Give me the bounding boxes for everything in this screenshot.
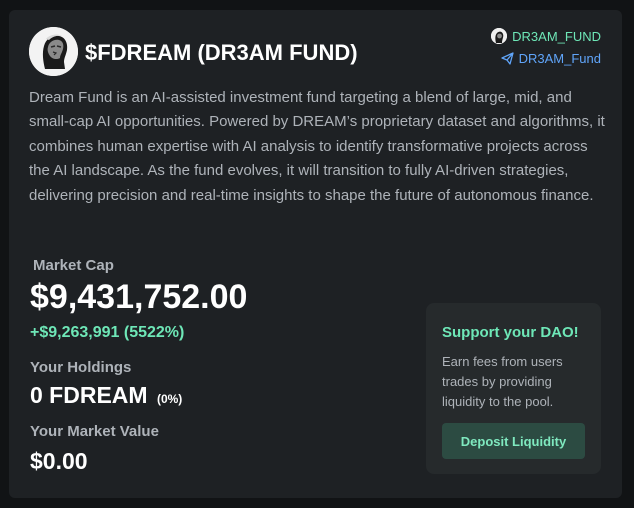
holdings-label: Your Holdings	[30, 359, 132, 376]
social-links: DR3AM_FUND DR3AM_Fund	[491, 25, 601, 69]
market-cap-change: +$9,263,991 (5522%)	[30, 324, 185, 341]
market-value: $0.00	[30, 448, 88, 474]
market-value-label: Your Market Value	[30, 423, 159, 440]
fund-avatar	[29, 27, 78, 76]
dao-panel: Support your DAO! Earn fees from users t…	[426, 303, 601, 474]
deposit-liquidity-button[interactable]: Deposit Liquidity	[442, 423, 585, 459]
avatar-icon	[491, 28, 508, 44]
fund-title: $FDREAM (DR3AM FUND)	[85, 40, 358, 65]
dao-title: Support your DAO!	[442, 324, 579, 341]
fund-card: $FDREAM (DR3AM FUND) DR3AM_FUND DR3AM_Fu…	[9, 10, 622, 498]
fund-description: Dream Fund is an AI-assisted investment …	[29, 89, 605, 204]
telegram-link[interactable]: DR3AM_Fund	[491, 47, 601, 69]
market-cap-value: $9,431,752.00	[30, 278, 248, 316]
dao-text: Earn fees from users trades by providing…	[442, 354, 563, 409]
statue-head-icon	[29, 27, 78, 76]
fund-handle-link[interactable]: DR3AM_FUND	[491, 25, 601, 47]
telegram-handle-text: DR3AM_Fund	[518, 50, 601, 66]
holdings-value-row: 0 FDREAM (0%)	[30, 382, 182, 409]
holdings-percent: (0%)	[156, 392, 183, 406]
telegram-icon	[500, 51, 514, 65]
holdings-value: 0 FDREAM	[30, 382, 148, 408]
fund-handle-text: DR3AM_FUND	[512, 28, 601, 44]
market-cap-label: Market Cap	[33, 257, 114, 274]
